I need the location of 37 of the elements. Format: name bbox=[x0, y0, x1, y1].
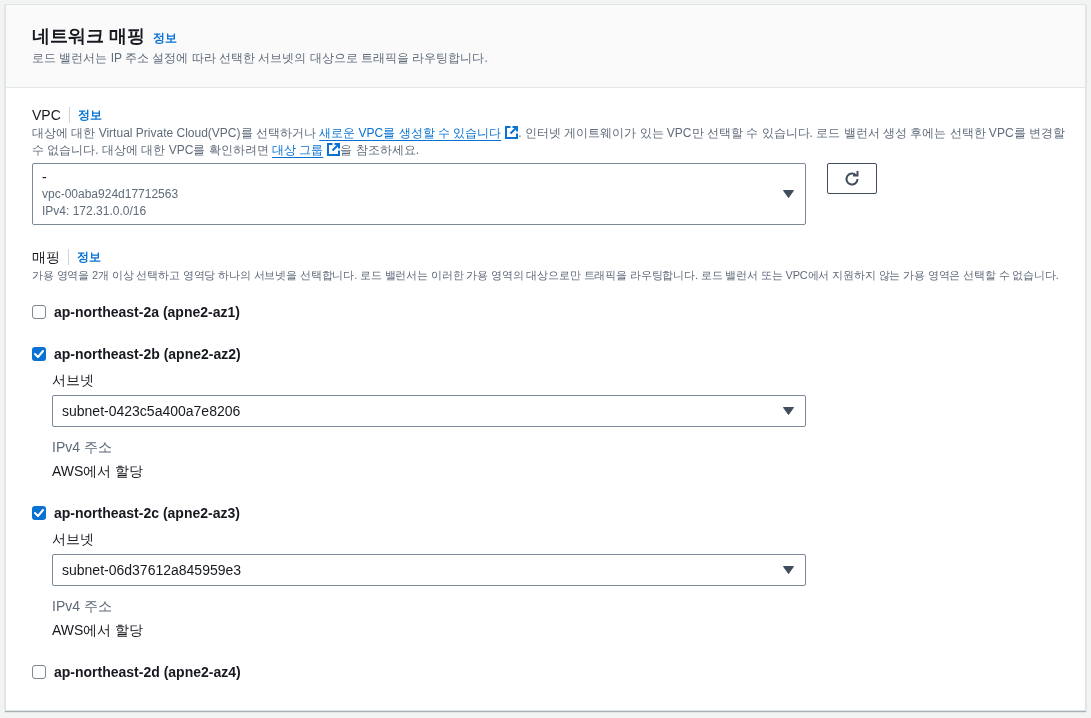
checkbox[interactable] bbox=[32, 305, 46, 319]
external-link[interactable]: 새로운 VPC를 생성할 수 있습니다 bbox=[319, 126, 519, 140]
caret-icon bbox=[783, 190, 794, 198]
caret-icon bbox=[783, 566, 794, 574]
info-link[interactable]: 정보 bbox=[153, 30, 177, 46]
ipv4-label: IPv4 주소 bbox=[52, 438, 113, 457]
subnet-label: 서브넷 bbox=[52, 371, 95, 390]
zone-label: ap-northeast-2a (apne2-az1) bbox=[54, 303, 240, 322]
vpc-select[interactable]: - vpc-00aba924d17712563 IPv4: 172.31.0.0/16 bbox=[32, 163, 806, 225]
subnet-select[interactable]: subnet-06d37612a845959e3 bbox=[52, 554, 806, 586]
vpc-description: 대상에 대한 Virtual Private Cloud(VPC)를 선택하거나 새로운 VPC를 생성할 수 있습니다 . 인터넷 게이트웨이가 있는 VPC만 선택할 수 있습니다. 로드 밸런서 생성 후에는 선택한 VPC를 변경할 수 없습니다. 대상에 대한 VPC를 확인하려면 대상 그룹 을 참조하세요. bbox=[32, 125, 1066, 159]
check-icon bbox=[34, 350, 44, 358]
ipv4-label: IPv4 주소 bbox=[52, 597, 113, 616]
section-description: 로드 밸런서는 IP 주소 설정에 따라 선택한 서브넷의 대상으로 트래픽을 라우팅합니다. bbox=[32, 50, 489, 67]
external-link-icon bbox=[505, 126, 519, 139]
check-icon bbox=[34, 509, 44, 517]
vpc-label: VPC bbox=[32, 106, 61, 125]
subnet-select[interactable]: subnet-0423c5a400a7e8206 bbox=[52, 395, 806, 427]
external-link[interactable]: 대상 그룹 bbox=[272, 143, 341, 157]
info-link[interactable]: 정보 bbox=[77, 107, 102, 123]
checkbox[interactable] bbox=[32, 665, 46, 679]
subnet-label: 서브넷 bbox=[52, 530, 95, 549]
zone-label: ap-northeast-2b (apne2-az2) bbox=[54, 345, 241, 364]
info-link[interactable]: 정보 bbox=[77, 249, 101, 265]
zone-label: ap-northeast-2c (apne2-az3) bbox=[54, 504, 240, 523]
checkbox[interactable] bbox=[32, 506, 46, 520]
checkbox[interactable] bbox=[32, 347, 46, 361]
refresh-icon bbox=[844, 170, 860, 187]
mapping-description: 가용 영역을 2개 이상 선택하고 영역당 하나의 서브넷을 선택합니다. 로드 밸런서는 이러한 가용 영역의 대상으로만 트래픽을 라우팅합니다. 로드 밸런서 또는 VPC에서 지원하지 않는 가용 영역은 선택할 수 없습니다. bbox=[32, 268, 1060, 283]
ipv4-value: AWS에서 할당 bbox=[52, 462, 145, 481]
ipv4-value: AWS에서 할당 bbox=[52, 621, 145, 640]
section-title: 네트워크 매핑 bbox=[32, 25, 145, 47]
caret-icon bbox=[783, 407, 794, 415]
mapping-label: 매핑 bbox=[32, 248, 60, 267]
refresh-button[interactable] bbox=[827, 163, 877, 194]
external-link-icon bbox=[327, 143, 341, 156]
zone-label: ap-northeast-2d (apne2-az4) bbox=[54, 663, 241, 682]
